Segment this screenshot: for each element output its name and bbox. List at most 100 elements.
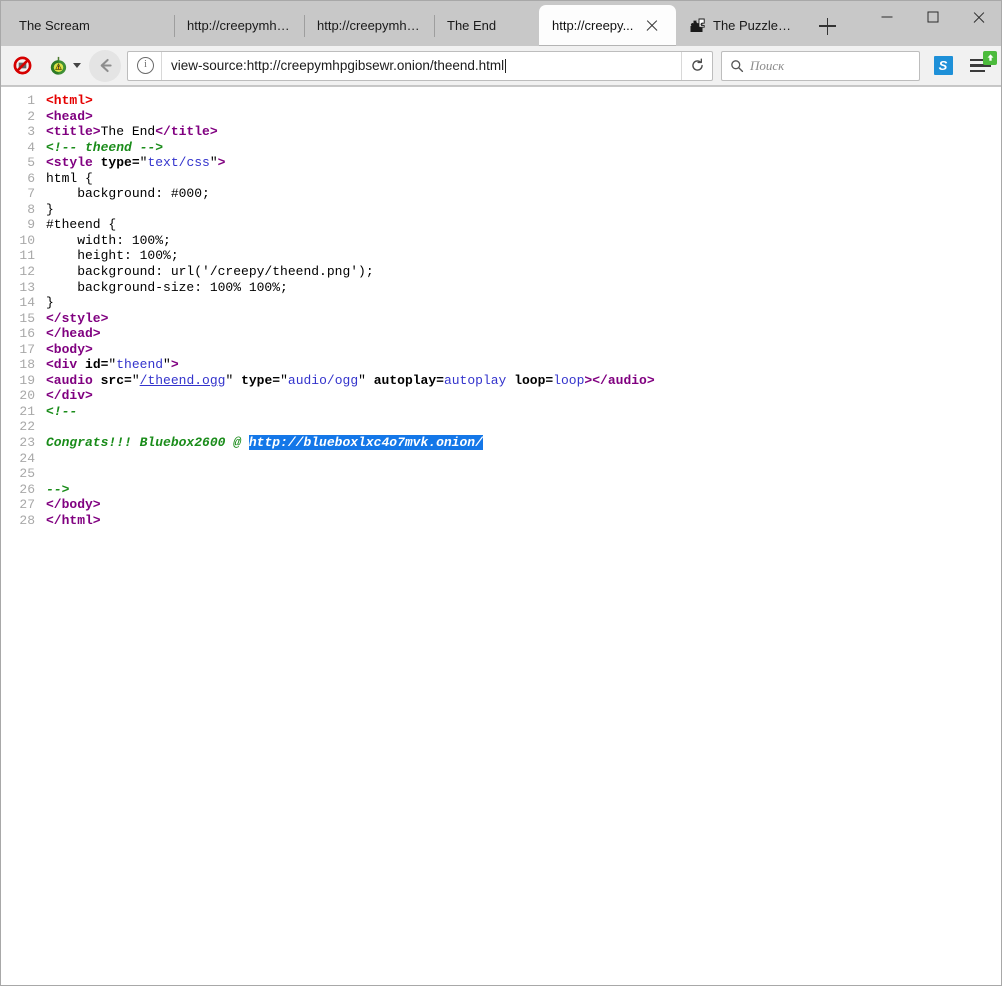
source-token: loop [553, 373, 584, 388]
menu-button[interactable] [966, 52, 996, 80]
source-token: type= [241, 373, 280, 388]
line-number: 3 [1, 124, 35, 140]
tor-onion-icon [48, 55, 69, 76]
browser-window: The Scream http://creepymhp... http://cree… [0, 0, 1002, 986]
source-line: 3<title>The End</title> [1, 124, 1001, 140]
tab-1[interactable]: http://creepymhp... [174, 6, 304, 46]
puzzle-icon [689, 18, 706, 34]
new-tab-button[interactable] [810, 6, 844, 46]
source-token: <!-- theend --> [46, 140, 163, 155]
line-number: 21 [1, 404, 35, 420]
source-line: 9#theend { [1, 217, 1001, 233]
line-number: 23 [1, 435, 35, 451]
source-token: background-size: 100% 100%; [46, 280, 288, 295]
line-number: 16 [1, 326, 35, 342]
source-token: " [358, 373, 374, 388]
source-token: </title> [155, 124, 217, 139]
minimize-button[interactable] [864, 0, 910, 34]
source-line: 11 height: 100%; [1, 248, 1001, 264]
tab-close-icon[interactable] [643, 17, 661, 35]
maximize-button[interactable] [910, 0, 956, 34]
source-line: 2<head> [1, 109, 1001, 125]
line-number: 1 [1, 93, 35, 109]
source-token: </style> [46, 311, 108, 326]
line-number: 2 [1, 109, 35, 125]
source-token: type= [101, 155, 140, 170]
selected-url[interactable]: http://blueboxlxc4o7mvk.onion/ [249, 435, 483, 450]
noscript-blocked-icon[interactable] [8, 52, 36, 80]
tab-title: The End [447, 6, 496, 46]
line-number: 20 [1, 388, 35, 404]
tab-3[interactable]: The End [434, 6, 539, 46]
source-line: 21 <!-- [1, 404, 1001, 420]
source-token: background: url('/creepy/theend.png'); [46, 264, 374, 279]
source-line: 12 background: url('/creepy/theend.png')… [1, 264, 1001, 280]
reload-icon [690, 58, 705, 73]
source-code-listing[interactable]: 1<html>2<head>3<title>The End</title>4<!… [1, 87, 1001, 528]
url-separator [161, 52, 162, 80]
source-token: audio/ogg [288, 373, 358, 388]
close-button[interactable] [956, 0, 1002, 34]
source-line: 26--> [1, 482, 1001, 498]
line-number: 6 [1, 171, 35, 187]
line-number: 11 [1, 248, 35, 264]
source-token: text/css [147, 155, 209, 170]
source-line: 4 <!-- theend --> [1, 140, 1001, 156]
search-icon [730, 59, 744, 73]
source-token: " [163, 357, 171, 372]
source-token: background: #000; [46, 186, 210, 201]
skype-icon: S [934, 56, 953, 75]
line-number: 12 [1, 264, 35, 280]
tor-menu-chevron-down-icon[interactable] [73, 63, 81, 68]
window-controls [864, 0, 1002, 34]
tab-2[interactable]: http://creepymhp... [304, 6, 434, 46]
source-token: --> [46, 482, 69, 497]
search-placeholder: Поиск [750, 58, 784, 74]
tab-5[interactable]: The Puzzle Ma... [676, 6, 806, 46]
source-token: html { [46, 171, 93, 186]
tab-title: The Scream [19, 6, 90, 46]
source-token: loop= [514, 373, 553, 388]
source-token: " [210, 155, 218, 170]
source-line: 25​ [1, 466, 1001, 482]
address-bar[interactable]: i view-source:http://creepymhpgibsewr.on… [127, 51, 713, 81]
tab-title: http://creepymhp... [187, 6, 291, 46]
update-badge-icon [983, 51, 997, 65]
line-number: 9 [1, 217, 35, 233]
line-number: 8 [1, 202, 35, 218]
source-token: </div> [46, 388, 93, 403]
tab-4[interactable]: http://creepy... [539, 5, 676, 46]
source-token: </audio> [592, 373, 654, 388]
line-number: 28 [1, 513, 35, 529]
source-line: 16</head> [1, 326, 1001, 342]
source-line: 20 </div> [1, 388, 1001, 404]
source-link[interactable]: /theend.ogg [140, 373, 226, 388]
tab-title: http://creepy... [552, 6, 633, 46]
source-token: src= [101, 373, 132, 388]
search-bar[interactable]: Поиск [721, 51, 920, 81]
line-number: 27 [1, 497, 35, 513]
source-line: 28</html> [1, 513, 1001, 529]
site-identity-info-icon[interactable]: i [137, 57, 154, 74]
source-line: 18<div id="theend"> [1, 357, 1001, 373]
url-text[interactable]: view-source:http://creepymhpgibsewr.onio… [171, 58, 681, 73]
source-token: autoplay= [374, 373, 444, 388]
tor-onion-button[interactable] [44, 52, 72, 80]
noscript-icon-glyph [13, 56, 32, 75]
reload-button[interactable] [681, 52, 712, 80]
source-token: > [171, 357, 179, 372]
line-number: 18 [1, 357, 35, 373]
source-token: <!-- [46, 404, 77, 419]
skype-button[interactable]: S [929, 52, 957, 80]
source-line: 27</body> [1, 497, 1001, 513]
source-line: 6 html { [1, 171, 1001, 187]
line-number: 4 [1, 140, 35, 156]
source-line: 7 background: #000; [1, 186, 1001, 202]
source-token: height: 100%; [46, 248, 179, 263]
tab-0[interactable]: The Scream [6, 6, 174, 46]
back-button[interactable] [89, 50, 121, 82]
line-number: 19 [1, 373, 35, 389]
source-line: 13 background-size: 100% 100%; [1, 280, 1001, 296]
line-number: 22 [1, 419, 35, 435]
navigation-toolbar: i view-source:http://creepymhpgibsewr.on… [0, 46, 1002, 86]
